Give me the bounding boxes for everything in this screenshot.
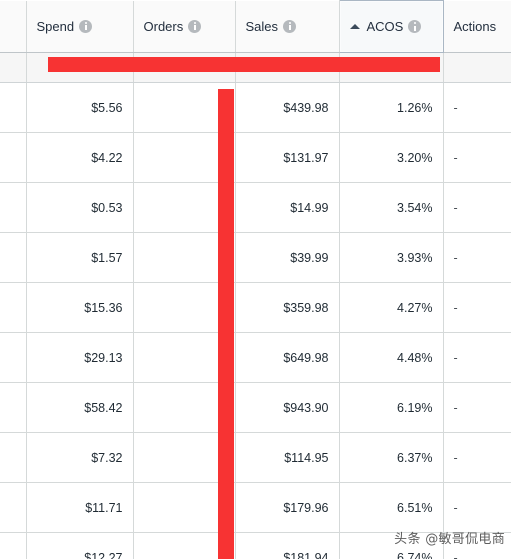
row-handle-cell (0, 182, 27, 233)
cell-acos: 6.37% (339, 432, 444, 483)
cell-orders (133, 332, 236, 383)
table-row[interactable]: $12.27 0 $181.94 6.74% - (0, 532, 511, 559)
cell-acos: 3.93% (339, 232, 444, 283)
cell-orders: 1 (133, 382, 236, 433)
header-row: Spend Orders Sales ACOS Actions (0, 0, 511, 53)
table-row[interactable]: $5.56 $439.98 1.26% - (0, 82, 511, 133)
cell-sales: $39.99 (235, 232, 340, 283)
row-handle-cell (0, 482, 27, 533)
column-header-actions: Actions (443, 0, 511, 53)
column-header-sales-label: Sales (245, 18, 279, 34)
cell-orders (133, 182, 236, 233)
cell-sales: $131.97 (235, 132, 340, 183)
row-handle-cell (0, 132, 27, 183)
cell-sales: $439.98 (235, 82, 340, 133)
column-header-orders-label: Orders (143, 18, 184, 34)
cell-sales: $14.99 (235, 182, 340, 233)
cell-sales: $114.95 (235, 432, 340, 483)
row-handle-cell (0, 432, 27, 483)
screenshot-viewport: Spend Orders Sales ACOS Actions $5.56 $4… (0, 0, 511, 559)
cell-spend: $12.27 (26, 532, 134, 559)
cell-orders (133, 432, 236, 483)
cell-sales: $649.98 (235, 332, 340, 383)
cell-sales: $943.90 (235, 382, 340, 433)
column-header-acos[interactable]: ACOS (338, 0, 444, 53)
info-icon[interactable] (408, 20, 422, 33)
table-row[interactable]: $58.42 1 $943.90 6.19% - (0, 382, 511, 433)
cell-orders (133, 282, 236, 333)
summary-cell-spend (26, 52, 134, 83)
cell-spend: $15.36 (26, 282, 134, 333)
info-icon[interactable] (283, 19, 297, 33)
column-header-actions-label: Actions (453, 18, 497, 34)
table-row[interactable]: $11.71 $179.96 6.51% - (0, 482, 511, 533)
sort-ascending-icon (349, 24, 360, 29)
cell-spend: $7.32 (26, 432, 134, 483)
cell-acos: 4.27% (339, 282, 444, 333)
cell-acos: 6.74% (339, 532, 444, 559)
info-icon[interactable] (79, 19, 93, 33)
summary-cell-handle (0, 52, 27, 83)
cell-spend: $29.13 (26, 332, 134, 383)
cell-spend: $58.42 (26, 382, 134, 433)
row-handle-cell (0, 232, 27, 283)
row-handle-cell (0, 82, 27, 133)
cell-orders: 0 (133, 532, 236, 559)
cell-spend: $5.56 (26, 82, 134, 133)
table-body: $5.56 $439.98 1.26% - $4.22 $131.97 3.20% - $0.5… (0, 52, 511, 559)
cell-acos: 6.51% (339, 482, 444, 533)
cell-orders (133, 132, 236, 183)
cell-sales: $181.94 (235, 532, 340, 559)
cell-acos: 3.54% (339, 182, 444, 233)
summary-row (0, 52, 511, 83)
table-row[interactable]: $29.13 $649.98 4.48% - (0, 332, 511, 383)
cell-acos: 6.19% (339, 382, 444, 433)
table-row[interactable]: $15.36 $359.98 4.27% - (0, 282, 511, 333)
cell-spend: $11.71 (26, 482, 134, 533)
cell-orders (133, 82, 236, 133)
summary-cell-actions (443, 52, 511, 83)
column-header-handle (0, 0, 27, 53)
info-icon[interactable] (188, 19, 202, 33)
row-handle-cell (0, 332, 27, 383)
cell-orders (133, 482, 236, 533)
cell-sales: $179.96 (235, 482, 340, 533)
cell-acos: 1.26% (339, 82, 444, 133)
cell-actions: - (443, 382, 511, 433)
cell-spend: $4.22 (26, 132, 134, 183)
column-header-sales[interactable]: Sales (235, 0, 340, 53)
row-handle-cell (0, 282, 27, 333)
summary-cell-acos (339, 52, 444, 83)
summary-cell-orders (133, 52, 236, 83)
cell-actions: - (443, 332, 511, 383)
cell-actions: - (443, 132, 511, 183)
table-row[interactable]: $4.22 $131.97 3.20% - (0, 132, 511, 183)
cell-actions: - (443, 432, 511, 483)
cell-spend: $0.53 (26, 182, 134, 233)
row-handle-cell (0, 382, 27, 433)
cell-actions: - (443, 82, 511, 133)
summary-cell-sales (235, 52, 340, 83)
campaign-metrics-table: Spend Orders Sales ACOS Actions $5.56 $4… (0, 0, 511, 559)
cell-actions: - (443, 532, 511, 559)
cell-sales: $359.98 (235, 282, 340, 333)
cell-spend: $1.57 (26, 232, 134, 283)
column-header-acos-label: ACOS (366, 19, 404, 34)
table-row[interactable]: $1.57 $39.99 3.93% - (0, 232, 511, 283)
cell-acos: 3.20% (339, 132, 444, 183)
column-header-spend[interactable]: Spend (26, 0, 134, 53)
table-row[interactable]: $0.53 $14.99 3.54% - (0, 182, 511, 233)
cell-actions: - (443, 482, 511, 533)
column-header-spend-label: Spend (36, 18, 75, 34)
row-handle-cell (0, 532, 27, 559)
column-header-orders[interactable]: Orders (133, 0, 236, 53)
cell-orders (133, 232, 236, 283)
table-header: Spend Orders Sales ACOS Actions (0, 0, 511, 53)
cell-acos: 4.48% (339, 332, 444, 383)
cell-actions: - (443, 182, 511, 233)
cell-actions: - (443, 232, 511, 283)
table-row[interactable]: $7.32 $114.95 6.37% - (0, 432, 511, 483)
cell-actions: - (443, 282, 511, 333)
